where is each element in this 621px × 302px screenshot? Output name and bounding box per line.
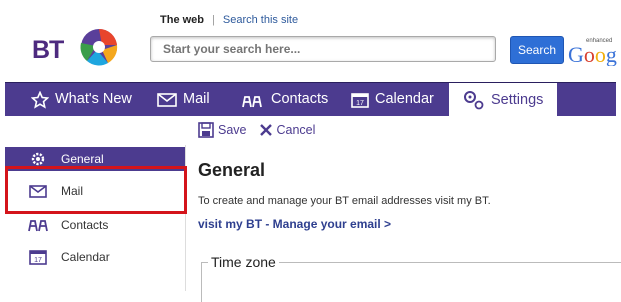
star-icon	[31, 90, 49, 109]
settings-icon	[464, 91, 484, 110]
sidebar-item-label: Contacts	[61, 218, 109, 232]
sidebar-item-calendar[interactable]: 17 Calendar	[5, 242, 185, 272]
timezone-heading: Time zone	[208, 254, 279, 270]
nav-calendar[interactable]: 17 Calendar	[351, 83, 434, 116]
bt-globe-icon	[78, 26, 120, 68]
tab-search-this-site[interactable]: Search this site	[223, 14, 298, 26]
page-title: General	[198, 160, 266, 180]
nav-label: Calendar	[375, 91, 434, 107]
manage-email-link[interactable]: visit my BT - Manage your email >	[198, 217, 391, 231]
nav-label: What's New	[55, 91, 132, 107]
nav-mail[interactable]: Mail	[157, 83, 210, 116]
cancel-button[interactable]: Cancel	[259, 123, 316, 137]
contacts-icon	[27, 218, 49, 232]
svg-text:17: 17	[34, 257, 42, 264]
nav-whats-new[interactable]: What's New	[31, 83, 132, 116]
nav-label: Settings	[491, 91, 544, 108]
tab-divider: |	[212, 14, 215, 26]
tab-the-web[interactable]: The web	[160, 14, 204, 26]
nav-contacts[interactable]: Contacts	[241, 83, 328, 116]
sidebar-item-contacts[interactable]: Contacts	[5, 210, 185, 240]
save-label: Save	[218, 123, 247, 137]
contacts-icon	[242, 95, 262, 107]
search-input[interactable]	[150, 36, 496, 62]
close-icon	[259, 124, 272, 136]
main-content: General	[198, 160, 618, 181]
nav-label: Mail	[183, 91, 210, 107]
cancel-label: Cancel	[276, 123, 316, 137]
save-button[interactable]: Save	[198, 122, 247, 138]
google-wordmark: Goog	[568, 42, 617, 66]
calendar-icon: 17	[351, 92, 369, 108]
main-nav-bar: What's New Mail Contacts 17 Calendar Set…	[5, 82, 616, 117]
nav-settings[interactable]: Settings	[449, 83, 558, 117]
settings-toolbar: Save Cancel	[198, 122, 323, 138]
calendar-icon: 17	[27, 249, 49, 265]
bt-logo-text: BT	[32, 36, 64, 64]
search-scope-tabs: The web | Search this site	[160, 14, 298, 26]
envelope-icon	[157, 92, 177, 107]
save-icon	[198, 122, 214, 138]
gear-icon	[27, 151, 49, 167]
nav-label: Contacts	[271, 91, 329, 107]
google-logo: enhanced Goog	[568, 36, 621, 66]
main-description: To create and manage your BT email addre…	[198, 195, 491, 207]
sidebar-item-label: General	[61, 152, 104, 166]
svg-text:17: 17	[356, 100, 364, 107]
search-button[interactable]: Search	[510, 36, 564, 64]
sidebar-item-label: Calendar	[61, 250, 110, 264]
highlight-annotation-box	[5, 166, 187, 214]
